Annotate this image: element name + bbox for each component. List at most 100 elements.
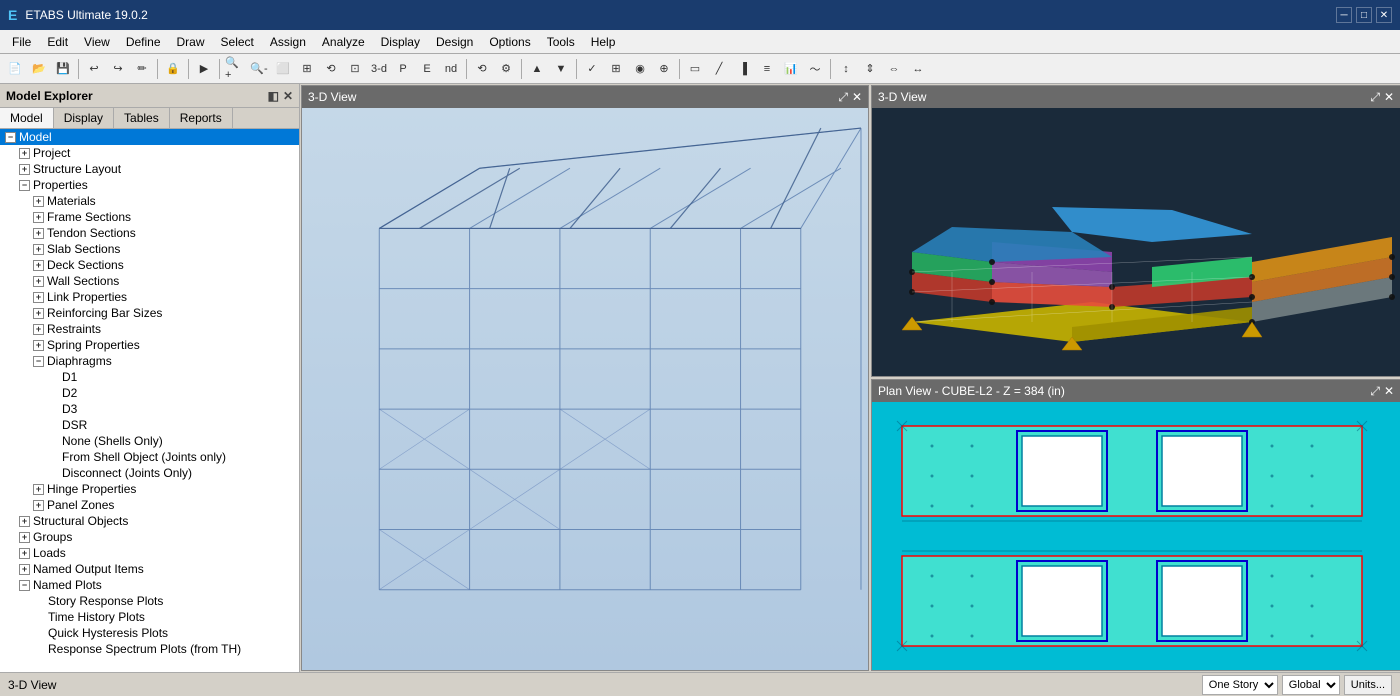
view-content-3d-left[interactable] (302, 108, 868, 670)
tab-model[interactable]: Model (0, 108, 54, 128)
menu-select[interactable]: Select (213, 33, 262, 51)
tb-run[interactable]: ▶ (193, 58, 215, 80)
tree-node-response-spectrum-plots[interactable]: Response Spectrum Plots (from TH) (0, 641, 299, 657)
tree-node-tendon-sections[interactable]: +Tendon Sections (0, 225, 299, 241)
tree-node-structure-layout[interactable]: +Structure Layout (0, 161, 299, 177)
tb-bars[interactable]: ≡ (756, 58, 778, 80)
tb-cursor3[interactable]: ⇔ (883, 58, 905, 80)
coord-select[interactable]: Global Local (1282, 675, 1340, 695)
tree-node-slab-sections[interactable]: +Slab Sections (0, 241, 299, 257)
tab-reports[interactable]: Reports (170, 108, 233, 128)
panel-close-button[interactable]: ✕ (283, 89, 293, 103)
tb-elev[interactable]: E (416, 58, 438, 80)
tb-zoom-in[interactable]: 🔍+ (224, 58, 246, 80)
view-expand-left[interactable]: ⤢ (838, 90, 848, 105)
tree-node-diaphragms[interactable]: −Diaphragms (0, 353, 299, 369)
tb-zoom-fit[interactable]: ⊞ (296, 58, 318, 80)
menu-help[interactable]: Help (583, 33, 624, 51)
expander-named-output-items[interactable]: + (19, 564, 30, 575)
tb-down[interactable]: ▼ (550, 58, 572, 80)
tb-edit[interactable]: ✏ (131, 58, 153, 80)
tb-zoom-out[interactable]: 🔍- (248, 58, 270, 80)
view-close-plan[interactable]: ✕ (1384, 384, 1394, 399)
tree-node-reinforcing-bar-sizes[interactable]: +Reinforcing Bar Sizes (0, 305, 299, 321)
tb-undo2[interactable]: ⟲ (471, 58, 493, 80)
tree-node-panel-zones[interactable]: +Panel Zones (0, 497, 299, 513)
expander-structure-layout[interactable]: + (19, 164, 30, 175)
menu-tools[interactable]: Tools (539, 33, 583, 51)
tb-redo[interactable]: ↪ (107, 58, 129, 80)
menu-analyze[interactable]: Analyze (314, 33, 373, 51)
tree-node-properties[interactable]: −Properties (0, 177, 299, 193)
expander-frame-sections[interactable]: + (33, 212, 44, 223)
tb-select-all[interactable]: ⊡ (344, 58, 366, 80)
menu-define[interactable]: Define (118, 33, 169, 51)
units-button[interactable]: Units... (1344, 675, 1392, 695)
expander-hinge-properties[interactable]: + (33, 484, 44, 495)
tree-node-spring-properties[interactable]: +Spring Properties (0, 337, 299, 353)
tb-undo[interactable]: ↩ (83, 58, 105, 80)
expander-slab-sections[interactable]: + (33, 244, 44, 255)
expander-tendon-sections[interactable]: + (33, 228, 44, 239)
tb-line[interactable]: ╱ (708, 58, 730, 80)
tb-cursor2[interactable]: ⇕ (859, 58, 881, 80)
tb-display2[interactable]: ⊕ (653, 58, 675, 80)
view-expand-right[interactable]: ⤢ (1370, 90, 1380, 105)
tb-wave[interactable]: 〜 (804, 58, 826, 80)
expander-groups[interactable]: + (19, 532, 30, 543)
menu-edit[interactable]: Edit (39, 33, 76, 51)
tab-display[interactable]: Display (54, 108, 114, 128)
panel-float-button[interactable]: ◧ (268, 89, 279, 103)
tree-container[interactable]: −Model+Project+Structure Layout−Properti… (0, 129, 299, 672)
menu-display[interactable]: Display (373, 33, 428, 51)
tb-3d[interactable]: 3-d (368, 58, 390, 80)
close-button[interactable]: ✕ (1376, 7, 1392, 23)
tree-node-dsr[interactable]: DSR (0, 417, 299, 433)
tree-node-none-shells-only[interactable]: None (Shells Only) (0, 433, 299, 449)
expander-loads[interactable]: + (19, 548, 30, 559)
expander-structural-objects[interactable]: + (19, 516, 30, 527)
view-close-left[interactable]: ✕ (852, 90, 862, 105)
view-content-3d-right[interactable] (872, 108, 1400, 376)
tb-save[interactable]: 💾 (52, 58, 74, 80)
tb-column[interactable]: ▐ (732, 58, 754, 80)
tree-node-frame-sections[interactable]: +Frame Sections (0, 209, 299, 225)
minimize-button[interactable]: ─ (1336, 7, 1352, 23)
tree-node-model[interactable]: −Model (0, 129, 299, 145)
menu-design[interactable]: Design (428, 33, 481, 51)
tree-node-from-shell-object[interactable]: From Shell Object (Joints only) (0, 449, 299, 465)
tree-node-named-plots[interactable]: −Named Plots (0, 577, 299, 593)
tb-rect[interactable]: ▭ (684, 58, 706, 80)
expander-materials[interactable]: + (33, 196, 44, 207)
expander-panel-zones[interactable]: + (33, 500, 44, 511)
tab-tables[interactable]: Tables (114, 108, 170, 128)
expander-spring-properties[interactable]: + (33, 340, 44, 351)
tree-node-disconnect-joints[interactable]: Disconnect (Joints Only) (0, 465, 299, 481)
tb-cursor[interactable]: ↕ (835, 58, 857, 80)
tb-grid[interactable]: ⊞ (605, 58, 627, 80)
tb-cursor4[interactable]: ↔ (907, 58, 929, 80)
tb-check[interactable]: ✓ (581, 58, 603, 80)
view-close-right[interactable]: ✕ (1384, 90, 1394, 105)
tb-settings[interactable]: ⚙ (495, 58, 517, 80)
tree-node-wall-sections[interactable]: +Wall Sections (0, 273, 299, 289)
expander-wall-sections[interactable]: + (33, 276, 44, 287)
expander-link-properties[interactable]: + (33, 292, 44, 303)
maximize-button[interactable]: □ (1356, 7, 1372, 23)
expander-properties[interactable]: − (19, 180, 30, 191)
tb-zoom-prev[interactable]: ⟲ (320, 58, 342, 80)
tree-node-named-output-items[interactable]: +Named Output Items (0, 561, 299, 577)
expander-named-plots[interactable]: − (19, 580, 30, 591)
menu-options[interactable]: Options (481, 33, 538, 51)
tree-node-loads[interactable]: +Loads (0, 545, 299, 561)
tree-node-materials[interactable]: +Materials (0, 193, 299, 209)
tb-zoom-box[interactable]: ⬜ (272, 58, 294, 80)
menu-view[interactable]: View (76, 33, 118, 51)
tree-node-link-properties[interactable]: +Link Properties (0, 289, 299, 305)
tree-node-project[interactable]: +Project (0, 145, 299, 161)
tb-display[interactable]: ◉ (629, 58, 651, 80)
tree-node-hinge-properties[interactable]: +Hinge Properties (0, 481, 299, 497)
tb-new[interactable]: 📄 (4, 58, 26, 80)
expander-deck-sections[interactable]: + (33, 260, 44, 271)
expander-model[interactable]: − (5, 132, 16, 143)
